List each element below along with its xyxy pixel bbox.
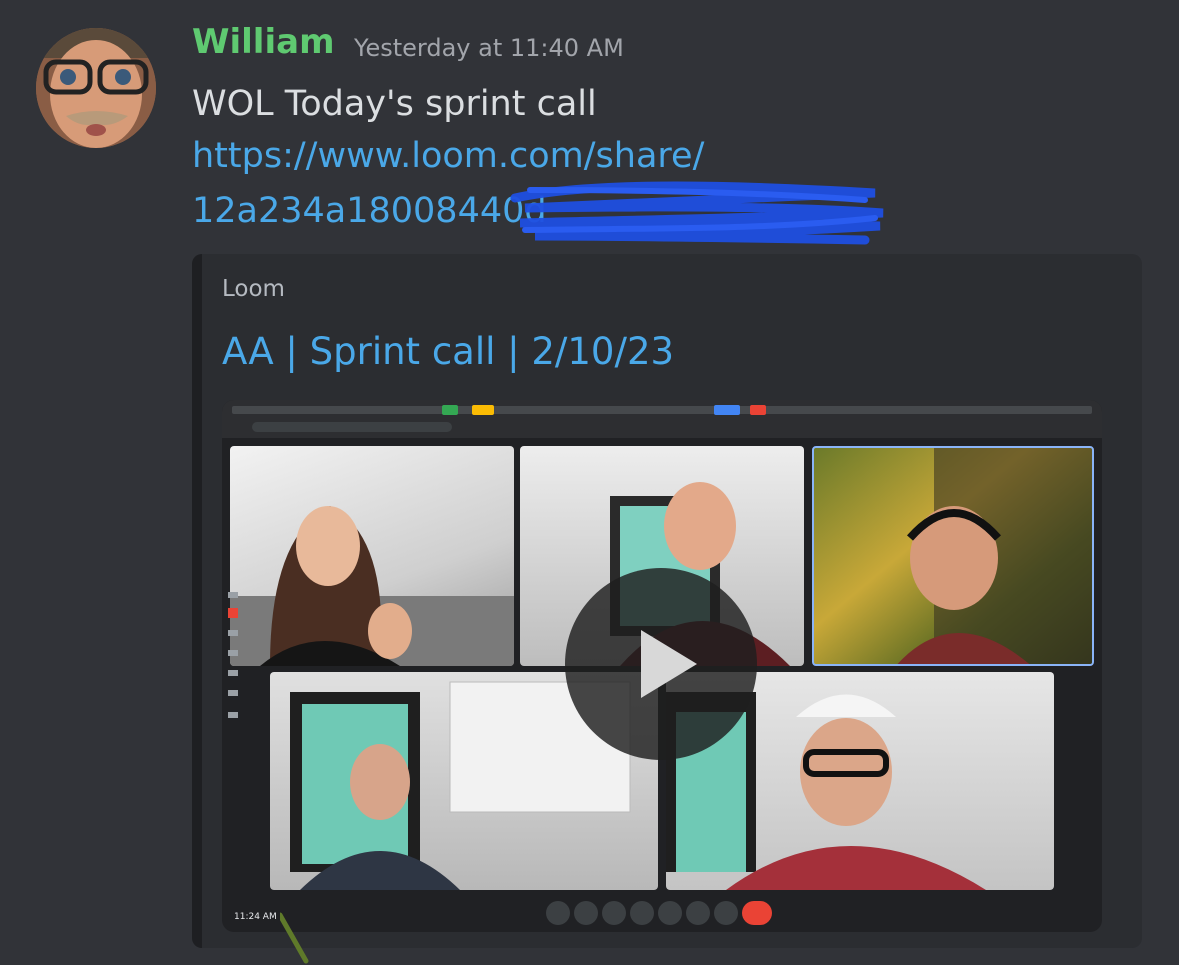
redaction-scribble — [510, 181, 884, 245]
captions-icon — [602, 901, 626, 925]
raise-hand-icon — [630, 901, 654, 925]
link-embed: Loom AA | Sprint call | 2/10/23 11:24 AM — [192, 254, 1142, 948]
message-link-line2[interactable]: 12a234a18008440d — [192, 185, 547, 237]
embed-accent-bar — [192, 254, 202, 948]
message-timestamp[interactable]: Yesterday at 11:40 AM — [354, 34, 624, 62]
author-avatar[interactable] — [36, 28, 156, 148]
recording-tools — [224, 590, 242, 730]
emoji-icon — [658, 901, 682, 925]
author-name[interactable]: William — [192, 22, 335, 62]
message-link-line1[interactable]: https://www.loom.com/share/ — [192, 130, 704, 182]
end-call-icon — [742, 901, 772, 925]
more-icon — [714, 901, 738, 925]
embed-provider[interactable]: Loom — [222, 276, 285, 302]
embed-video-thumbnail[interactable]: 11:24 AM — [222, 400, 1102, 932]
green-pen-stroke — [280, 912, 309, 964]
meeting-controls: 11:24 AM — [222, 896, 1102, 932]
embed-title-link[interactable]: AA | Sprint call | 2/10/23 — [222, 330, 674, 373]
participant-tile-1 — [230, 446, 514, 666]
present-icon — [686, 901, 710, 925]
participant-tile-3 — [812, 446, 1094, 666]
play-icon[interactable] — [565, 568, 757, 760]
mic-icon — [546, 901, 570, 925]
browser-toolbar — [222, 400, 1102, 438]
message-text: WOL Today's sprint call — [192, 84, 597, 124]
camera-icon — [574, 901, 598, 925]
meeting-time: 11:24 AM — [234, 912, 277, 922]
